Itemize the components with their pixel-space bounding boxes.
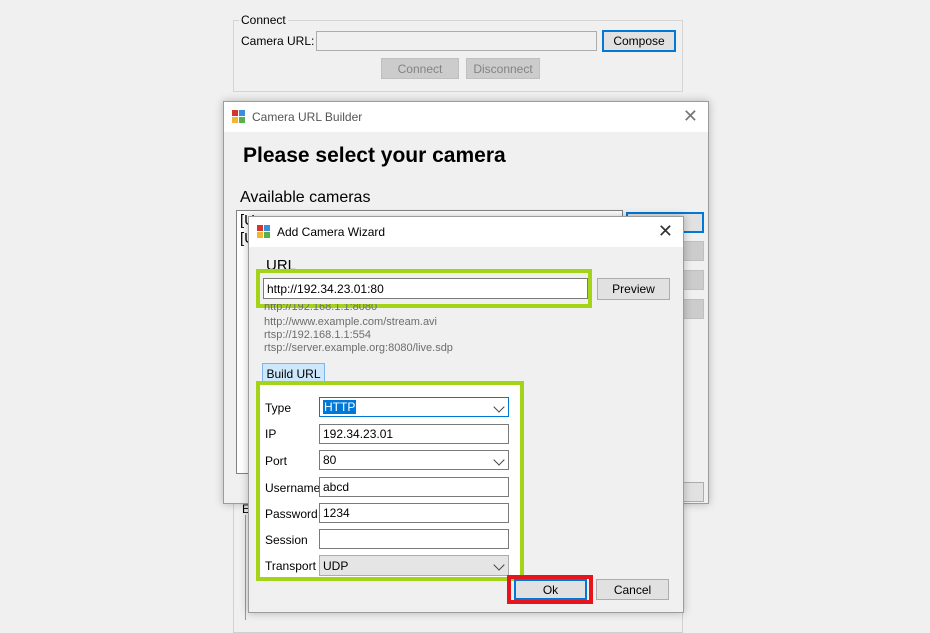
ip-input[interactable]: 192.34.23.01 bbox=[319, 424, 509, 444]
url-hint: rtsp://192.168.1.1:554 bbox=[264, 329, 372, 341]
tab-build-url[interactable]: Build URL bbox=[262, 363, 325, 383]
builder-close-icon[interactable]: ✕ bbox=[683, 106, 698, 126]
app-icon bbox=[232, 110, 246, 124]
wizard-close-icon[interactable]: ✕ bbox=[658, 221, 673, 241]
connect-button[interactable]: Connect bbox=[381, 58, 459, 79]
password-label: Password bbox=[265, 507, 318, 521]
port-dropdown[interactable]: 80 bbox=[319, 450, 509, 470]
chevron-down-icon bbox=[493, 559, 505, 571]
chevron-down-icon bbox=[493, 454, 505, 466]
disconnect-button[interactable]: Disconnect bbox=[466, 58, 540, 79]
transport-label: Transport bbox=[265, 559, 316, 573]
type-dropdown[interactable]: HTTP bbox=[319, 397, 509, 417]
builder-heading: Please select your camera bbox=[243, 144, 506, 167]
password-input[interactable]: 1234 bbox=[319, 503, 509, 523]
url-hint: http://www.example.com/stream.avi bbox=[264, 316, 438, 328]
connect-group-title: Connect bbox=[239, 13, 288, 27]
username-label: Username bbox=[265, 481, 321, 495]
camera-url-label: Camera URL: bbox=[241, 34, 315, 48]
builder-titlebar: Camera URL Builder ✕ bbox=[224, 102, 708, 132]
wizard-title: Add Camera Wizard bbox=[277, 225, 386, 239]
app-icon bbox=[257, 225, 271, 239]
wizard-titlebar: Add Camera Wizard ✕ bbox=[249, 217, 683, 247]
session-label: Session bbox=[265, 533, 308, 547]
url-hint: http://192.168.1.1:8080 bbox=[264, 304, 378, 312]
transport-dropdown[interactable]: UDP bbox=[319, 555, 509, 576]
url-hint: rtsp://server.example.org:8080/live.sdp bbox=[264, 342, 453, 354]
ok-button[interactable]: Ok bbox=[514, 579, 587, 600]
type-value: HTTP bbox=[323, 400, 357, 414]
transport-value: UDP bbox=[323, 558, 349, 573]
type-label: Type bbox=[265, 401, 292, 415]
compose-button[interactable]: Compose bbox=[602, 30, 676, 52]
cancel-button[interactable]: Cancel bbox=[596, 579, 669, 600]
username-input[interactable]: abcd bbox=[319, 477, 509, 497]
builder-title: Camera URL Builder bbox=[252, 110, 363, 124]
port-value: 80 bbox=[323, 453, 337, 467]
available-cameras-label: Available cameras bbox=[240, 189, 371, 206]
camera-url-input[interactable] bbox=[316, 31, 597, 51]
port-label: Port bbox=[265, 454, 288, 468]
url-input[interactable]: http://192.34.23.01:80 bbox=[263, 278, 588, 299]
ip-label: IP bbox=[265, 427, 277, 441]
session-input[interactable] bbox=[319, 529, 509, 549]
chevron-down-icon bbox=[493, 401, 505, 413]
preview-button[interactable]: Preview bbox=[597, 278, 670, 300]
